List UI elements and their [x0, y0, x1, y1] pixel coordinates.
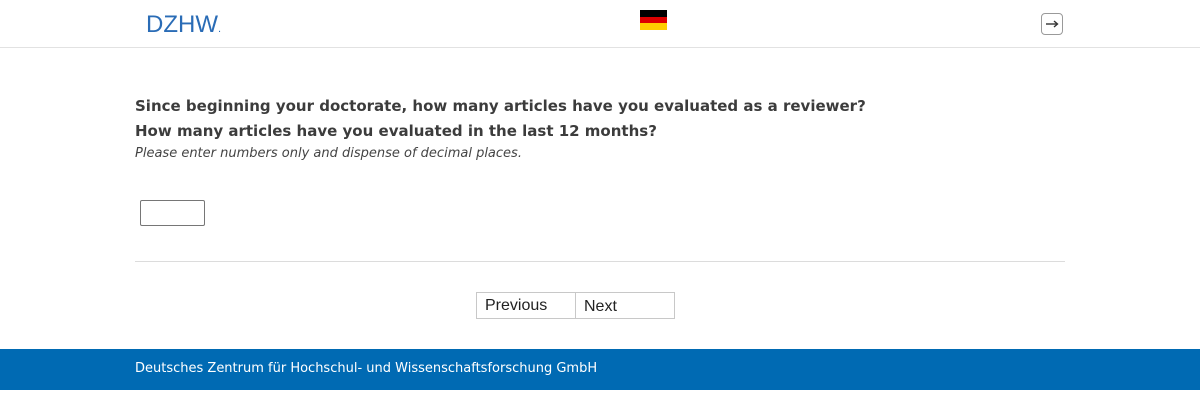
- previous-button[interactable]: Previous: [476, 292, 576, 319]
- article-count-input[interactable]: [140, 200, 205, 226]
- dzhw-logo[interactable]: DZHW.: [146, 11, 221, 43]
- question-text-line1: Since beginning your doctorate, how many…: [135, 97, 866, 115]
- logo-dot: .: [217, 23, 222, 35]
- next-button[interactable]: Next: [575, 292, 675, 319]
- logout-icon: [1046, 20, 1059, 28]
- question-text-line2: How many articles have you evaluated in …: [135, 122, 657, 140]
- divider: [135, 261, 1065, 262]
- footer: Deutsches Zentrum für Hochschul- und Wis…: [0, 349, 1200, 390]
- logout-button[interactable]: [1041, 13, 1063, 35]
- question-hint: Please enter numbers only and dispense o…: [135, 146, 522, 161]
- footer-text: Deutsches Zentrum für Hochschul- und Wis…: [135, 361, 598, 376]
- logo-text: DZHW: [146, 11, 218, 38]
- header: DZHW.: [0, 0, 1200, 48]
- german-flag-icon[interactable]: [640, 10, 667, 31]
